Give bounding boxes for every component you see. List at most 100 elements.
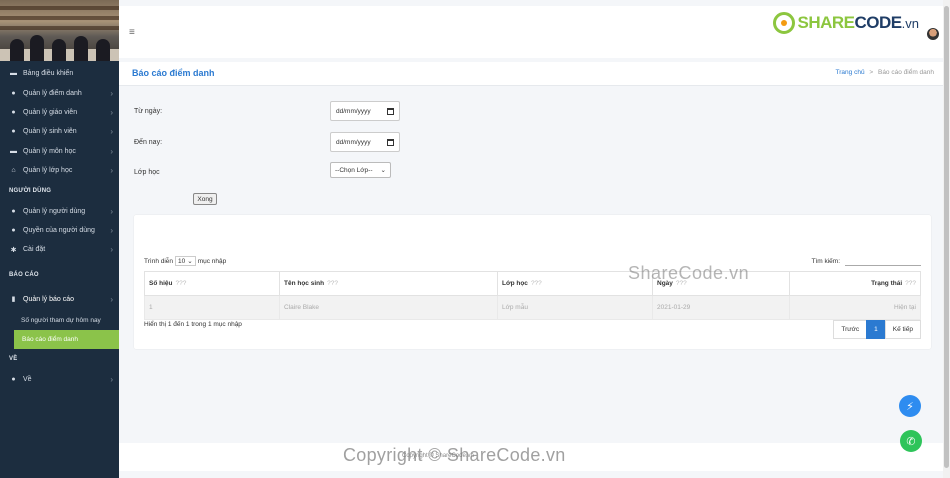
- pagination-prev-button[interactable]: Trước: [833, 320, 868, 339]
- chevron-right-icon: ›: [110, 146, 113, 156]
- chevron-right-icon: ›: [110, 245, 113, 255]
- to-date-label: Đến nay:: [134, 139, 163, 146]
- submit-button[interactable]: Xong: [193, 193, 217, 205]
- sidebar-item-label: Quản lý báo cáo: [23, 295, 74, 303]
- sidebar-section-users: NGƯỜI DÙNG: [9, 187, 52, 194]
- top-navbar: ≡ SHARE CODE .vn: [119, 6, 943, 58]
- attendance-table: Số hiệu??? Tên học sinh??? Lớp học??? Ng…: [144, 271, 921, 320]
- column-header-student-name[interactable]: Tên học sinh???: [279, 271, 498, 296]
- cell-status: Hiện tại: [789, 295, 921, 320]
- chevron-right-icon: ›: [110, 88, 113, 98]
- sidebar-section-reports: BÁO CÁO: [9, 271, 39, 278]
- watermark-copyright: Copyright © ShareCode.vn: [343, 445, 566, 465]
- from-date-placeholder: dd/mm/yyyy: [336, 107, 371, 115]
- to-date-placeholder: dd/mm/yyyy: [336, 138, 371, 146]
- sidebar-subitem-attendance-report[interactable]: Báo cáo điểm danh: [14, 329, 119, 349]
- sidebar-item-dashboard[interactable]: ▬ Bảng điều khiển: [0, 64, 119, 83]
- search-input[interactable]: [845, 256, 921, 266]
- page-length-prefix: Trình diễn: [144, 257, 174, 265]
- report-table-card: Trình diễn 10 ⌄ mục nhập Tìm kiếm: Số hi…: [134, 215, 931, 349]
- chevron-right-icon: ›: [110, 375, 113, 385]
- page-title: Báo cáo điểm danh: [132, 68, 215, 78]
- sidebar-banner-image: [0, 0, 119, 61]
- chevron-down-icon: ⌄: [380, 167, 386, 174]
- file-icon: ▮: [11, 296, 16, 304]
- column-header-id[interactable]: Số hiệu???: [144, 271, 280, 296]
- sidebar-item-subjects[interactable]: ▬ Quản lý môn học ›: [0, 142, 119, 161]
- breadcrumb-home-link[interactable]: Trang chủ: [836, 69, 865, 76]
- sidebar-item-settings[interactable]: ✱ Cài đặt ›: [0, 240, 119, 259]
- table-search: Tìm kiếm:: [811, 256, 921, 266]
- users-icon: ●: [11, 128, 16, 136]
- messenger-chat-button[interactable]: ⚡: [899, 395, 921, 417]
- chevron-right-icon: ›: [110, 166, 113, 176]
- logo-text-domain: .vn: [901, 15, 919, 31]
- breadcrumb-separator: >: [869, 69, 874, 76]
- sidebar-item-about[interactable]: ● Về ›: [0, 370, 119, 389]
- chevron-right-icon: ›: [110, 127, 113, 137]
- whatsapp-chat-button[interactable]: ✆: [900, 430, 922, 452]
- page-length-select[interactable]: 10 ⌄: [175, 256, 196, 266]
- phone-icon: ✆: [906, 435, 916, 448]
- watermark-text: ShareCode.vn: [628, 263, 750, 283]
- sidebar-subitem-today-attendance[interactable]: Số người tham dự hôm nay: [0, 311, 119, 330]
- sidebar-section-about: VỀ: [9, 356, 18, 363]
- logo-text-share: SHARE: [797, 13, 856, 32]
- clock-icon: ●: [11, 89, 16, 97]
- sidebar-nav: ▬ Bảng điều khiển ● Quản lý điểm danh › …: [0, 64, 119, 389]
- hamburger-menu-icon[interactable]: ≡: [129, 27, 135, 38]
- to-date-input[interactable]: dd/mm/yyyy: [330, 132, 400, 152]
- sidebar-item-classes[interactable]: ⌂ Quản lý lớp học ›: [0, 161, 119, 180]
- from-date-input[interactable]: dd/mm/yyyy: [330, 101, 400, 121]
- sidebar-item-user-permissions[interactable]: ● Quyền của người dùng ›: [0, 221, 119, 240]
- search-label: Tìm kiếm:: [811, 257, 840, 265]
- scrollbar-thumb[interactable]: [944, 6, 949, 468]
- user-plus-icon: ●: [11, 207, 16, 215]
- pagination-page-1[interactable]: 1: [866, 320, 886, 339]
- cell-class: Lớp mẫu: [497, 295, 653, 320]
- sidebar-item-user-management[interactable]: ● Quản lý người dùng ›: [0, 201, 119, 220]
- logo-text-code: CODE: [854, 13, 903, 32]
- sidebar-item-attendance[interactable]: ● Quản lý điểm danh ›: [0, 83, 119, 102]
- pagination: Trước 1 Kế tiếp: [833, 320, 921, 339]
- dashboard-icon: ▬: [10, 70, 17, 78]
- chevron-down-icon: ⌄: [187, 258, 193, 265]
- breadcrumb: Trang chủ > Báo cáo điểm danh: [836, 69, 934, 76]
- sidebar-item-label: Quản lý người dùng: [23, 207, 86, 215]
- user-icon: ●: [11, 108, 16, 116]
- table-row: 1 Claire Blake Lớp mẫu 2021-01-29 Hiện t…: [144, 295, 921, 320]
- home-icon: ⌂: [11, 167, 16, 175]
- sidebar-item-label: Bảng điều khiển: [23, 70, 74, 78]
- table-header-row: Số hiệu??? Tên học sinh??? Lớp học??? Ng…: [144, 271, 921, 296]
- breadcrumb-current: Báo cáo điểm danh: [877, 69, 934, 76]
- sidebar: ▬ Bảng điều khiển ● Quản lý điểm danh › …: [0, 0, 119, 478]
- pagination-next-button[interactable]: Kế tiếp: [884, 320, 921, 339]
- sidebar-item-label: Quyền của người dùng: [23, 226, 95, 234]
- user-avatar[interactable]: [927, 28, 939, 40]
- logo-mark-icon: [772, 12, 795, 34]
- chevron-right-icon: ›: [110, 107, 113, 117]
- class-select[interactable]: --Chọn Lớp-- ⌄: [330, 162, 391, 178]
- key-icon: ●: [11, 226, 16, 234]
- class-select-value: --Chọn Lớp--: [335, 166, 373, 174]
- column-header-status[interactable]: Trạng thái???: [789, 271, 921, 296]
- calendar-icon[interactable]: [387, 138, 394, 146]
- messenger-icon: ⚡: [906, 400, 914, 413]
- info-icon: ●: [11, 376, 16, 384]
- sidebar-item-label: Quản lý điểm danh: [23, 89, 82, 97]
- chevron-right-icon: ›: [110, 225, 113, 235]
- book-icon: ▬: [10, 147, 17, 155]
- sidebar-item-label: Về: [23, 376, 32, 384]
- sidebar-item-label: Cài đặt: [23, 246, 46, 254]
- sidebar-item-teachers[interactable]: ● Quản lý giáo viên ›: [0, 103, 119, 122]
- page-length-suffix: mục nhập: [197, 257, 227, 265]
- cell-student-name: Claire Blake: [279, 295, 498, 320]
- calendar-icon[interactable]: [387, 107, 394, 115]
- sidebar-item-reports[interactable]: ▮ Quản lý báo cáo ›: [0, 290, 119, 309]
- sidebar-item-label: Quản lý lớp học: [23, 167, 73, 175]
- chevron-right-icon: ›: [110, 206, 113, 216]
- sidebar-item-students[interactable]: ● Quản lý sinh viên ›: [0, 122, 119, 141]
- page-length-value: 10: [178, 257, 186, 265]
- sidebar-item-label: Quản lý giáo viên: [23, 108, 78, 116]
- page-scrollbar[interactable]: [943, 0, 950, 478]
